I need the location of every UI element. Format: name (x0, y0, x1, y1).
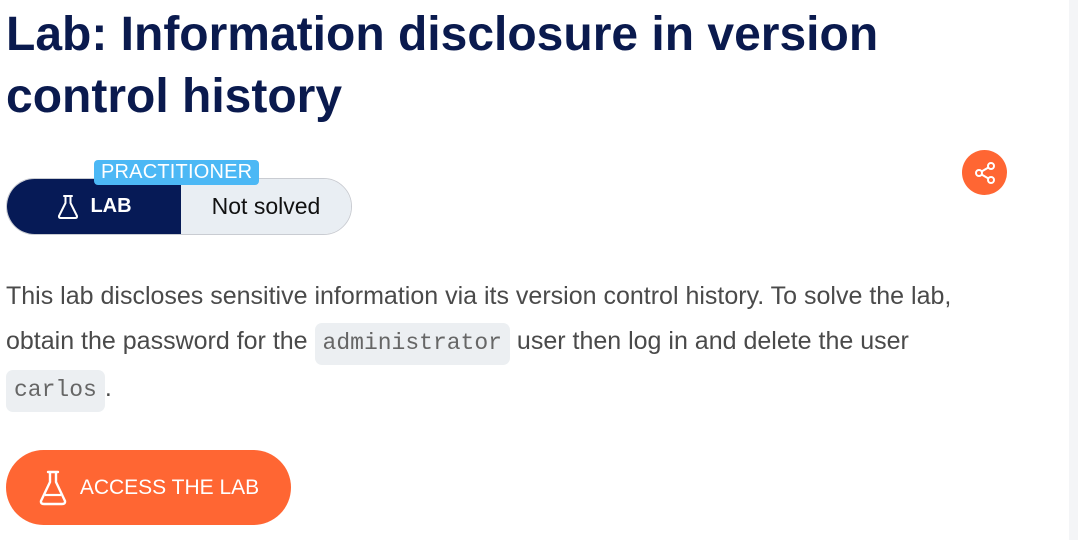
lab-type-text: LAB (90, 195, 132, 217)
level-badge: PRACTITIONER (94, 160, 260, 185)
share-icon (973, 161, 997, 185)
share-button[interactable] (962, 150, 1007, 195)
solve-status: Not solved (181, 179, 351, 234)
lab-description: This lab discloses sensitive information… (6, 274, 1006, 413)
code-carlos: carlos (6, 370, 105, 412)
page-title: Lab: Information disclosure in version c… (6, 8, 879, 123)
description-text: user then log in and delete the user (509, 327, 909, 355)
access-lab-label: ACCESS THE LAB (79, 475, 260, 499)
lab-status-pill: LAB Not solved (6, 178, 352, 235)
scrollbar-track[interactable] (1069, 0, 1078, 540)
access-lab-button[interactable]: ACCESS THE LAB (6, 450, 291, 525)
description-text: . (104, 374, 112, 402)
lab-type-label: LAB (7, 179, 181, 234)
code-administrator: administrator (314, 323, 510, 365)
flask-icon (38, 470, 68, 506)
flask-icon (56, 194, 80, 220)
